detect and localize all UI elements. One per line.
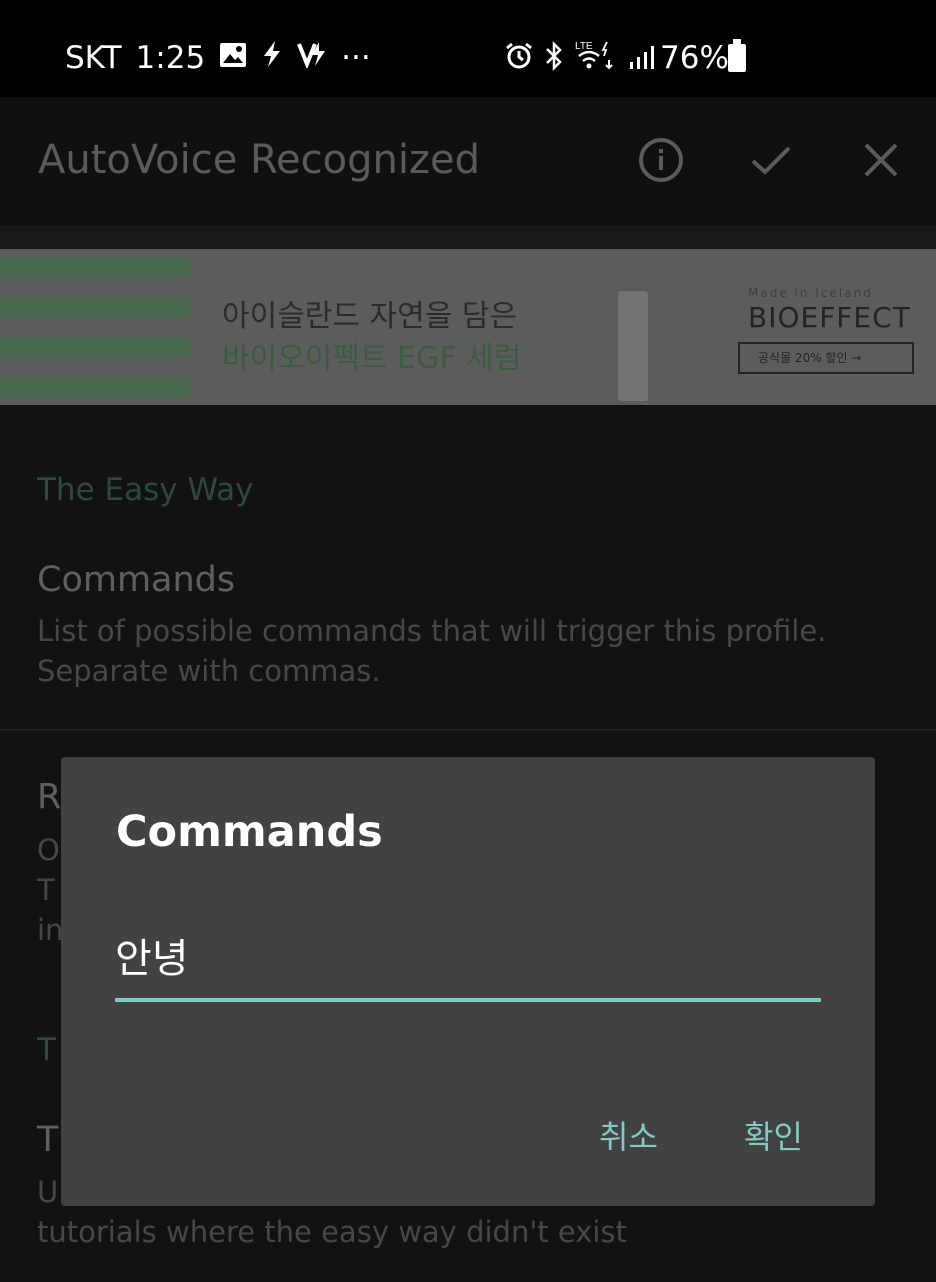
lte-label: LTE [575,41,593,52]
ok-button[interactable]: 확인 [744,1112,803,1158]
alarm-icon [505,42,533,78]
status-bar-left: SKT 1:25 ··· [65,40,371,76]
tasker-icon [297,40,327,76]
battery-icon [728,39,746,72]
commands-dialog: Commands 취소 확인 [61,757,875,1206]
clock: 1:25 [135,40,206,76]
flash-icon [261,40,283,76]
bluetooth-icon [543,40,565,79]
commands-input[interactable] [115,932,821,978]
carrier-label: SKT [65,40,122,76]
wifi-lte-icon: LTE [575,40,619,80]
input-underline [115,998,821,1002]
battery-percent: 76% [660,40,729,76]
cancel-button[interactable]: 취소 [599,1112,658,1158]
dialog-title: Commands [116,807,383,857]
signal-icon [629,42,655,78]
more-notifications-icon: ··· [341,40,371,76]
image-icon [219,40,247,76]
status-bar: SKT 1:25 ··· LTE 76% [0,0,936,97]
status-bar-right: LTE [505,40,655,80]
